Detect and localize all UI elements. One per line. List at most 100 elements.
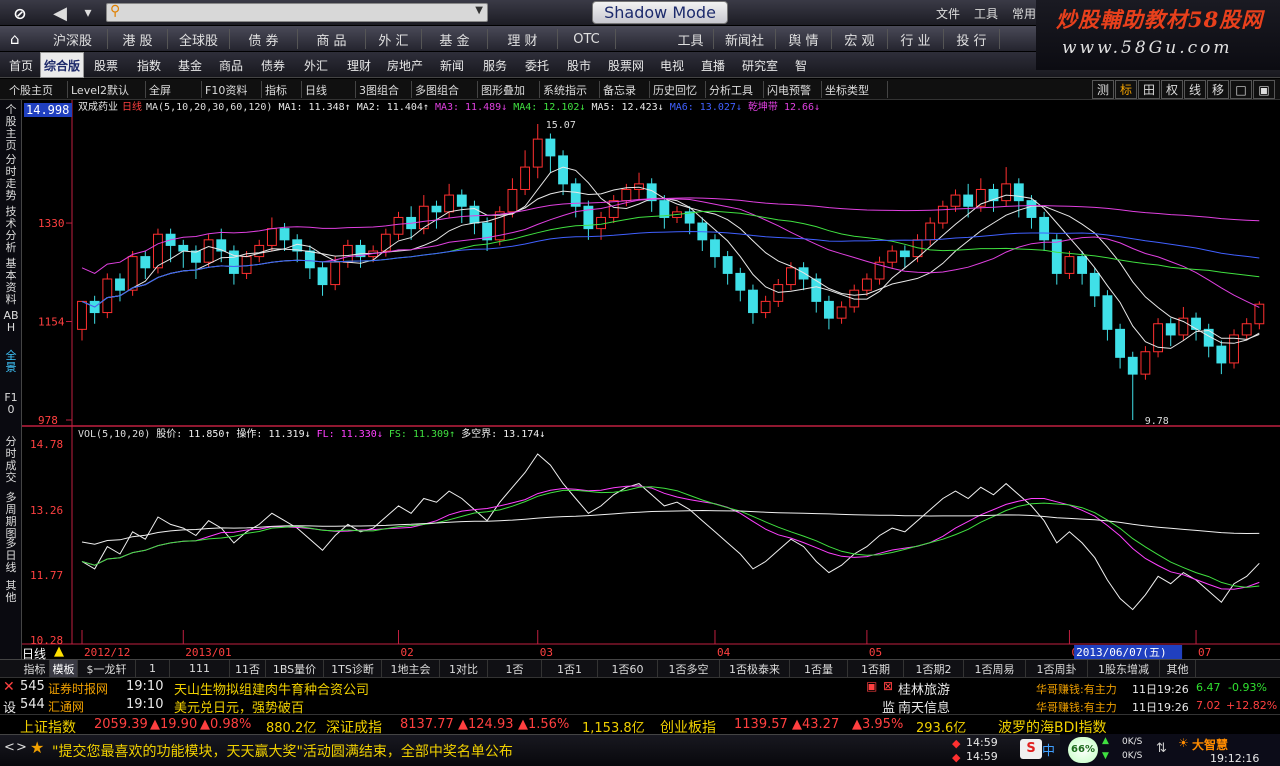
- market-tab-8[interactable]: OTC: [558, 29, 616, 49]
- market-tab-2[interactable]: 全球股: [168, 29, 230, 49]
- bottom-tab-9[interactable]: 1对比: [440, 660, 488, 677]
- stock-search-input[interactable]: ⚲ ▼: [106, 3, 488, 22]
- nav-9[interactable]: 房地产: [380, 52, 430, 78]
- tool-tab-3[interactable]: 宏 观: [832, 29, 888, 49]
- toolbar-2[interactable]: 全屏: [146, 81, 202, 98]
- nav-3[interactable]: 指数: [128, 52, 170, 78]
- bottom-tab-8[interactable]: 1地主会: [382, 660, 440, 677]
- toolbar-10[interactable]: 备忘录: [600, 81, 650, 98]
- bottom-tab-3[interactable]: 1: [136, 660, 170, 677]
- dropdown-arrow-icon[interactable]: ▾: [76, 2, 100, 24]
- side-tab-2[interactable]: 技术分析: [2, 206, 20, 254]
- bottom-tab-18[interactable]: 1否周易: [964, 660, 1026, 677]
- nav-13[interactable]: 股市: [558, 52, 600, 78]
- bottom-tab-17[interactable]: 1否期2: [904, 660, 964, 677]
- side-tab-5[interactable]: 全景: [2, 350, 20, 374]
- right-tool-4[interactable]: 线: [1184, 80, 1206, 99]
- bottom-tab-14[interactable]: 1否极泰来: [720, 660, 790, 677]
- toolbar-1[interactable]: Level2默认: [68, 81, 146, 98]
- close-icon[interactable]: ✕: [3, 679, 15, 695]
- side-tab-8[interactable]: 多周期图: [2, 492, 20, 540]
- bottom-tab-2[interactable]: $一龙轩: [78, 660, 136, 677]
- notice-text[interactable]: "提交您最喜欢的功能模块，天天赢大奖"活动圆满结束，全部中奖名单公布: [52, 741, 513, 761]
- home-icon[interactable]: ⌂: [10, 30, 20, 48]
- nav-16[interactable]: 直播: [692, 52, 734, 78]
- nav-18[interactable]: 智: [786, 52, 816, 78]
- tool-tab-2[interactable]: 舆 情: [776, 29, 832, 49]
- toolbar-4[interactable]: 指标: [262, 81, 302, 98]
- toolbar-3[interactable]: F10资料: [202, 81, 262, 98]
- side-tab-6[interactable]: F10: [2, 392, 20, 416]
- market-tab-5[interactable]: 外 汇: [366, 29, 422, 49]
- tool-tab-5[interactable]: 投 行: [944, 29, 1000, 49]
- nav-6[interactable]: 债券: [252, 52, 294, 78]
- toolbar-6[interactable]: 3图组合: [356, 81, 412, 98]
- menu-file[interactable]: 文件: [936, 5, 960, 22]
- shadow-mode-button[interactable]: Shadow Mode: [592, 1, 728, 24]
- market-tab-3[interactable]: 债 券: [230, 29, 298, 49]
- right-tool-7[interactable]: ▣: [1253, 80, 1275, 99]
- bottom-tab-7[interactable]: 1TS诊断: [324, 660, 382, 677]
- side-tab-4[interactable]: ABH: [2, 310, 20, 334]
- bottom-tab-5[interactable]: 11否: [230, 660, 266, 677]
- nav-7[interactable]: 外汇: [294, 52, 338, 78]
- menu-tools[interactable]: 工具: [974, 5, 998, 22]
- nav-11[interactable]: 服务: [474, 52, 516, 78]
- toolbar-7[interactable]: 多图组合: [412, 81, 478, 98]
- bottom-tab-21[interactable]: 其他: [1160, 660, 1196, 677]
- stock-chart[interactable]: 14.99814.998双成药业日线MA(5,10,20,30,60,120)M…: [22, 100, 1280, 659]
- side-tab-3[interactable]: 基本资料: [2, 258, 20, 306]
- nav-10[interactable]: 新闻: [430, 52, 474, 78]
- nav-0[interactable]: 首页: [2, 52, 40, 78]
- toolbar-9[interactable]: 系统指示: [540, 81, 600, 98]
- ime-mode-icon[interactable]: 中: [1042, 740, 1055, 759]
- side-tab-7[interactable]: 分时成交: [2, 436, 20, 484]
- nav-15[interactable]: 电视: [652, 52, 692, 78]
- toolbar-11[interactable]: 历史回忆: [650, 81, 706, 98]
- toolbar-8[interactable]: 图形叠加: [478, 81, 540, 98]
- market-tab-0[interactable]: 沪深股: [38, 29, 108, 49]
- bottom-tab-19[interactable]: 1否周卦: [1026, 660, 1088, 677]
- bottom-tab-10[interactable]: 1否: [488, 660, 542, 677]
- network-icon[interactable]: ⇅: [1156, 741, 1167, 756]
- bottom-tab-15[interactable]: 1否量: [790, 660, 848, 677]
- back-arrow-icon[interactable]: ◀: [48, 2, 72, 24]
- nav-12[interactable]: 委托: [516, 52, 558, 78]
- right-tool-5[interactable]: 移: [1207, 80, 1229, 99]
- toolbar-13[interactable]: 闪电预警: [764, 81, 822, 98]
- bottom-tab-13[interactable]: 1否多空: [658, 660, 720, 677]
- left-arrow-icon[interactable]: <: [4, 740, 15, 755]
- toolbar-14[interactable]: 坐标类型: [822, 81, 888, 98]
- market-tab-4[interactable]: 商 品: [298, 29, 366, 49]
- bottom-tab-20[interactable]: 1股东增减: [1088, 660, 1160, 677]
- toolbar-12[interactable]: 分析工具: [706, 81, 764, 98]
- toolbar-0[interactable]: 个股主页: [6, 81, 68, 98]
- right-tool-3[interactable]: 权: [1161, 80, 1183, 99]
- side-tab-1[interactable]: 分时走势: [2, 154, 20, 202]
- side-tab-9[interactable]: 多日线: [2, 538, 20, 574]
- nav-2[interactable]: 股票: [84, 52, 128, 78]
- nav-17[interactable]: 研究室: [734, 52, 786, 78]
- sogou-ime-icon[interactable]: S: [1020, 739, 1042, 759]
- bottom-tab-6[interactable]: 1BS量价: [266, 660, 324, 677]
- bottom-tab-11[interactable]: 1否1: [542, 660, 598, 677]
- bottom-tab-16[interactable]: 1否期: [848, 660, 904, 677]
- side-tab-0[interactable]: 个股主页: [2, 104, 20, 152]
- tool-tab-0[interactable]: 工具: [668, 29, 714, 49]
- side-tab-10[interactable]: 其他: [2, 580, 20, 604]
- close-icon[interactable]: ⊠: [883, 679, 893, 693]
- menu-common[interactable]: 常用: [1012, 5, 1036, 22]
- bottom-tab-4[interactable]: 111: [170, 660, 230, 677]
- nav-1[interactable]: 综合版: [40, 52, 84, 78]
- nav-5[interactable]: 商品: [210, 52, 252, 78]
- right-tool-0[interactable]: 测: [1092, 80, 1114, 99]
- bottom-tab-12[interactable]: 1否60: [598, 660, 658, 677]
- right-tool-6[interactable]: □: [1230, 80, 1252, 99]
- right-arrow-icon[interactable]: >: [16, 740, 27, 755]
- market-tab-6[interactable]: 基 金: [422, 29, 488, 49]
- market-tab-7[interactable]: 理 财: [488, 29, 558, 49]
- nav-4[interactable]: 基金: [170, 52, 210, 78]
- speed-meter-badge[interactable]: 66%: [1068, 737, 1098, 763]
- bottom-tab-0[interactable]: 指标: [20, 660, 50, 677]
- bottom-tab-1[interactable]: 模板: [50, 660, 78, 677]
